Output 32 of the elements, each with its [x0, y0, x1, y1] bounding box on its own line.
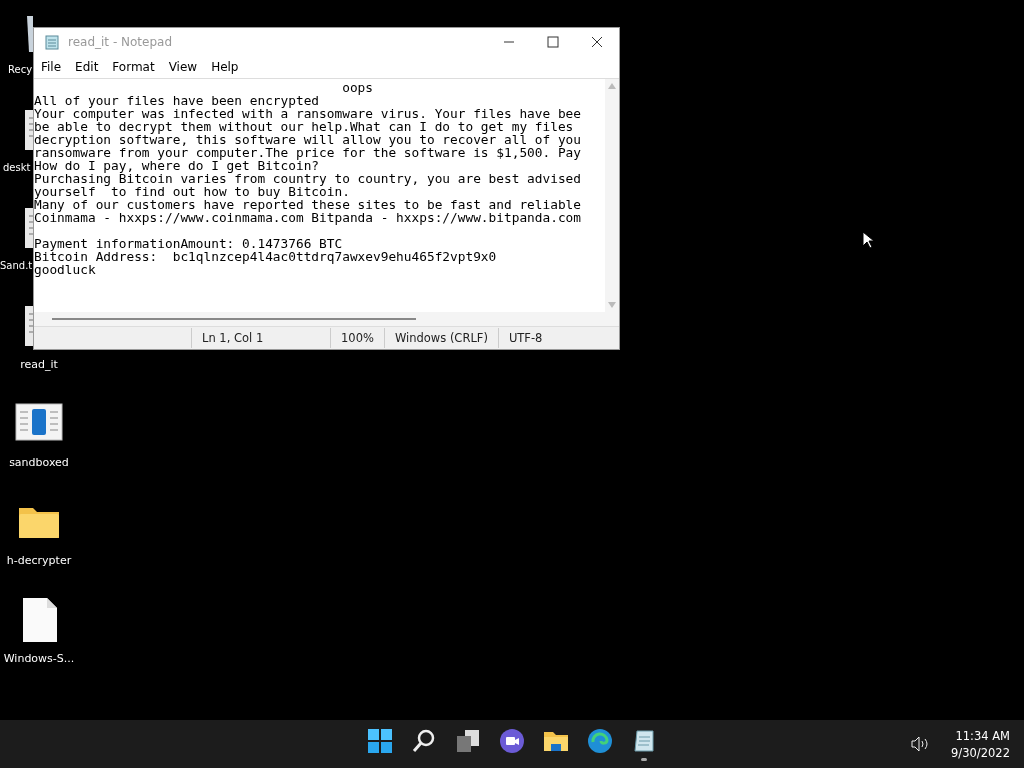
- menu-item[interactable]: Format: [112, 60, 155, 74]
- desktop-icon-label: deskt: [3, 162, 31, 173]
- desktop-icon-label: read_it: [20, 358, 58, 371]
- maximize-icon[interactable]: [547, 36, 559, 48]
- desktop-icon-label: sandboxed: [9, 456, 69, 469]
- clock-time[interactable]: 11:34 AM: [955, 728, 1010, 743]
- status-bar-item: Windows (CRLF): [383, 328, 498, 348]
- status-bar-item: Ln 1, Col 1: [191, 328, 330, 348]
- desktop-icon-label: Windows-S...: [3, 652, 75, 665]
- mouse-cursor-icon: [862, 231, 874, 249]
- browser-icon[interactable]: [587, 727, 613, 754]
- chat-icon[interactable]: [499, 727, 525, 754]
- horizontal-scrollbar[interactable]: [52, 318, 416, 320]
- desktop-icon-label: Recy: [8, 64, 33, 75]
- speaker-icon[interactable]: [911, 736, 930, 752]
- desktop-icon-label: Sand.t: [0, 260, 33, 271]
- close-icon[interactable]: [591, 36, 603, 48]
- document-text[interactable]: oops All of your files have been encrypted Your computer was infected with a ransomware virus. Your files have bee be able to decrypt them without our help.What can I do to get my files decryption software, this software will allow you to recover all of you ransomware from your computer.The price for the software is $1,500. Pay How do I pay, where do I get Bitcoin? Purchasing Bitcoin varies from country to country, you are best advised yourself to find out how to buy Bitcoin. Many of our customers have reported these sites to be fast and reliable Coinmama - hxxps://www.coinmama.com Bitpanda - hxxps://www.bitpanda.com Payment informationAmount: 0.1473766 BTC Bitcoin Address: bc1qlnzcep4l4ac0ttdrq7awxev9ehu465f2vpt9x0 goodluck: [34, 79, 605, 312]
- status-bar-item: 100%: [330, 328, 384, 348]
- notepad-icon[interactable]: [631, 727, 657, 754]
- desktop-icon-label: h-decrypter: [6, 554, 72, 567]
- window-title: read_it - Notepad: [68, 35, 172, 49]
- task-view-icon[interactable]: [455, 727, 481, 754]
- clock-date[interactable]: 9/30/2022: [951, 745, 1010, 760]
- menu-item[interactable]: Edit: [75, 60, 99, 74]
- search-icon[interactable]: [411, 727, 437, 754]
- menu-item[interactable]: Help: [211, 60, 239, 74]
- status-bar-item: UTF-8: [497, 328, 553, 348]
- menu-item[interactable]: File: [41, 60, 62, 74]
- start-icon[interactable]: [367, 727, 393, 754]
- notepad-icon: [44, 34, 60, 50]
- menu-item[interactable]: View: [168, 60, 198, 74]
